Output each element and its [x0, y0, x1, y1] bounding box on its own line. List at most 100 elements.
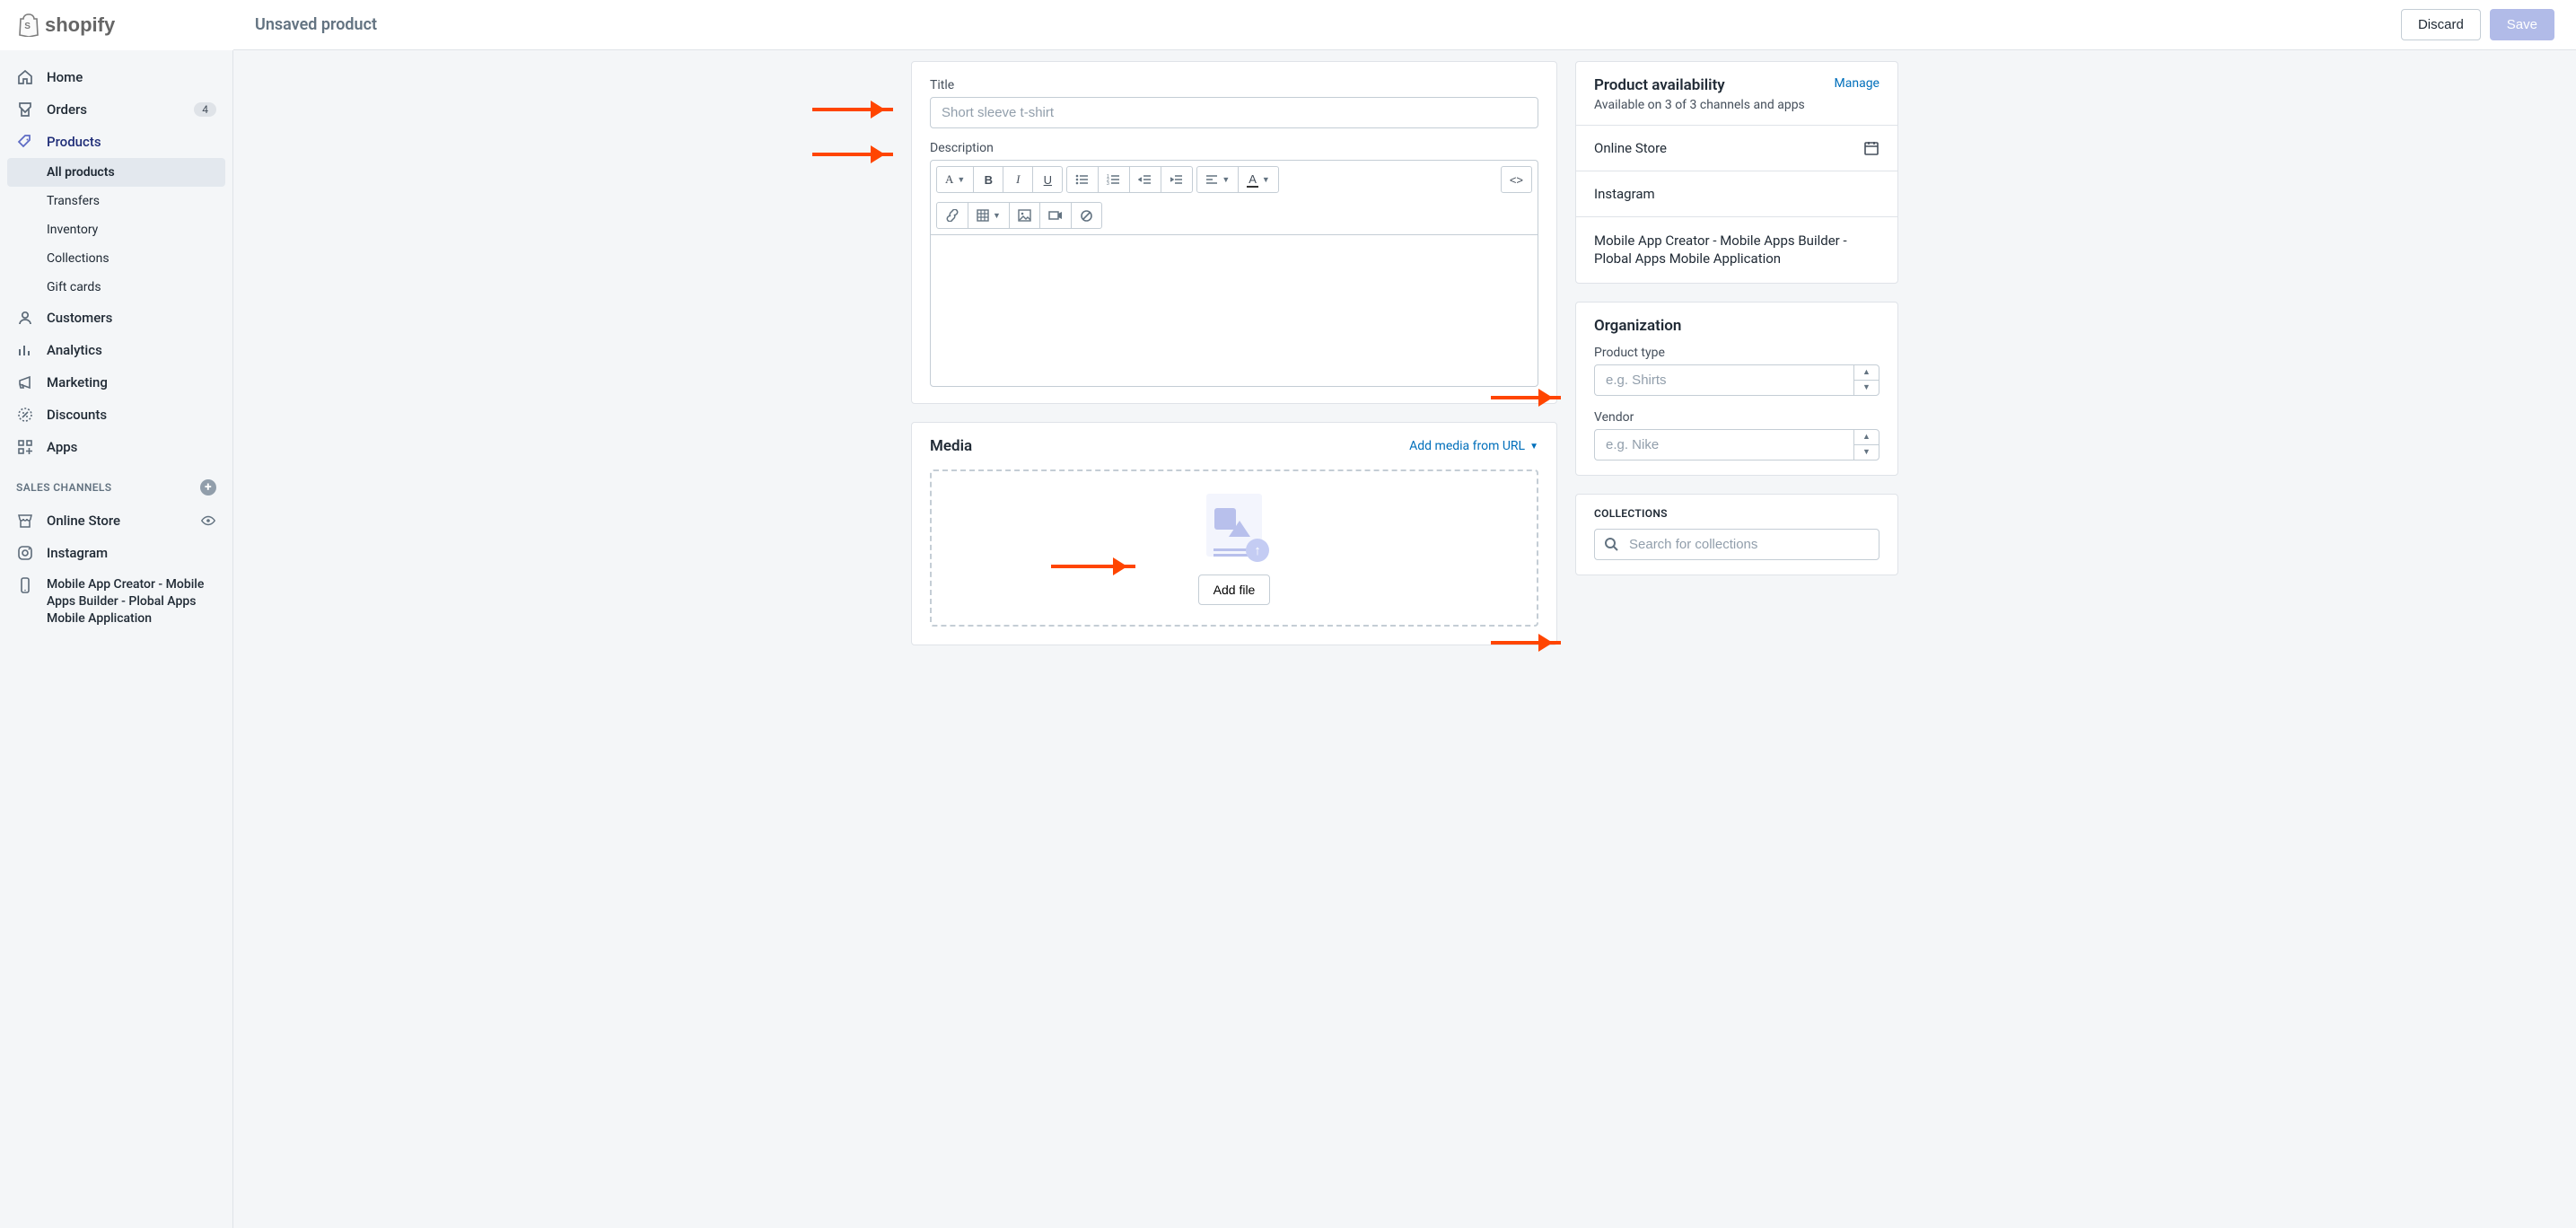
add-file-button[interactable]: Add file: [1198, 575, 1271, 605]
caret-icon: ▼: [993, 211, 1001, 220]
availability-card: Product availability Manage Available on…: [1575, 61, 1898, 284]
media-card: Media Add media from URL▼ ↑ Add file: [911, 422, 1557, 645]
orders-badge: 4: [194, 102, 216, 117]
nav-label: Home: [47, 69, 216, 85]
rte-image-button[interactable]: [1009, 202, 1040, 229]
upload-illustration: ↑: [1194, 492, 1275, 564]
description-textarea[interactable]: [930, 234, 1538, 387]
nav-discounts[interactable]: Discounts: [0, 399, 232, 431]
description-label: Description: [930, 141, 1538, 155]
rte-code-button[interactable]: <>: [1501, 166, 1532, 193]
vendor-stepper[interactable]: ▲▼: [1853, 430, 1879, 460]
collections-card: COLLECTIONS: [1575, 494, 1898, 575]
nav-orders[interactable]: Orders 4: [0, 93, 232, 126]
product-type-label: Product type: [1594, 346, 1879, 360]
preview-icon[interactable]: [200, 513, 216, 529]
channel-row-online-store: Online Store: [1576, 125, 1897, 171]
nav-analytics[interactable]: Analytics: [0, 334, 232, 366]
nav-customers[interactable]: Customers: [0, 302, 232, 334]
title-input[interactable]: [930, 97, 1538, 128]
annotation-arrow: [812, 108, 893, 111]
nav-products[interactable]: Products: [0, 126, 232, 158]
nav-label: Orders: [47, 101, 181, 118]
rte-bullet-list-button[interactable]: [1066, 166, 1099, 193]
rte-indent-button[interactable]: [1161, 166, 1193, 193]
orders-icon: [16, 101, 34, 118]
logo-text: shopify: [45, 13, 115, 37]
home-icon: [16, 68, 34, 86]
nav-apps[interactable]: Apps: [0, 431, 232, 463]
rte-video-button[interactable]: [1039, 202, 1072, 229]
media-title: Media: [930, 437, 972, 455]
product-details-card: Title Description A▼ B I U 123: [911, 61, 1557, 404]
caret-icon: ▼: [1262, 175, 1270, 184]
page-title: Unsaved product: [255, 15, 377, 34]
add-channel-icon[interactable]: +: [200, 479, 216, 496]
rte-clear-button[interactable]: [1071, 202, 1102, 229]
products-icon: [16, 133, 34, 151]
sidebar: Home Orders 4 Products All products Tran…: [0, 50, 233, 1228]
channel-row-instagram: Instagram: [1576, 171, 1897, 216]
rte-align-button[interactable]: ▼: [1196, 166, 1239, 193]
product-type-stepper[interactable]: ▲▼: [1853, 365, 1879, 395]
search-icon: [1603, 536, 1619, 552]
vendor-input[interactable]: [1594, 429, 1879, 460]
caret-icon: ▼: [1222, 175, 1230, 184]
rte-toolbar: A▼ B I U 123 ▼ A▼: [930, 160, 1538, 234]
rte-underline-button[interactable]: U: [1032, 166, 1063, 193]
annotation-arrow: [1491, 641, 1561, 645]
product-type-input[interactable]: [1594, 364, 1879, 396]
rte-italic-button[interactable]: I: [1003, 166, 1033, 193]
annotation-arrow: [1051, 565, 1135, 568]
nav-mobile-app[interactable]: Mobile App Creator - Mobile Apps Builder…: [0, 569, 232, 635]
sales-channels-header: SALES CHANNELS +: [0, 463, 232, 504]
nav-marketing[interactable]: Marketing: [0, 366, 232, 399]
nav-inventory[interactable]: Inventory: [0, 215, 232, 244]
nav-all-products[interactable]: All products: [7, 158, 225, 187]
calendar-icon[interactable]: [1863, 140, 1879, 156]
caret-icon: ▼: [957, 175, 965, 184]
rte-numbered-list-button[interactable]: 123: [1098, 166, 1130, 193]
discard-button[interactable]: Discard: [2401, 9, 2481, 40]
rte-outdent-button[interactable]: [1129, 166, 1161, 193]
nav-instagram[interactable]: Instagram: [0, 537, 232, 569]
nav-home[interactable]: Home: [0, 61, 232, 93]
nav-gift-cards[interactable]: Gift cards: [0, 273, 232, 302]
annotation-arrow: [812, 153, 893, 156]
rte-table-button[interactable]: ▼: [968, 202, 1010, 229]
rte-link-button[interactable]: [936, 202, 968, 229]
nav-collections[interactable]: Collections: [0, 244, 232, 273]
svg-text:S: S: [24, 22, 31, 31]
add-media-url-link[interactable]: Add media from URL▼: [1409, 439, 1538, 453]
availability-subtitle: Available on 3 of 3 channels and apps: [1576, 98, 1897, 125]
analytics-icon: [16, 341, 34, 359]
organization-card: Organization Product type ▲▼ Vendor ▲▼: [1575, 302, 1898, 476]
annotation-arrow: [1491, 396, 1561, 399]
rte-color-button[interactable]: A▼: [1238, 166, 1279, 193]
nav-label: Products: [47, 134, 216, 150]
store-icon: [16, 512, 34, 530]
title-label: Title: [930, 78, 1538, 92]
pagebar: Unsaved product Discard Save: [233, 0, 2576, 50]
rte-font-button[interactable]: A▼: [936, 166, 974, 193]
mobile-icon: [16, 576, 34, 594]
nav-transfers[interactable]: Transfers: [0, 187, 232, 215]
svg-text:3: 3: [1107, 181, 1109, 186]
manage-link[interactable]: Manage: [1835, 76, 1879, 91]
save-button[interactable]: Save: [2490, 9, 2554, 40]
chevron-up-icon[interactable]: ▲: [1854, 365, 1879, 381]
apps-icon: [16, 438, 34, 456]
nav-online-store[interactable]: Online Store: [0, 504, 232, 537]
chevron-down-icon[interactable]: ▼: [1854, 381, 1879, 395]
organization-title: Organization: [1576, 303, 1897, 346]
media-dropzone[interactable]: ↑ Add file: [930, 469, 1538, 627]
collections-search-input[interactable]: [1594, 529, 1879, 560]
shopify-logo: S shopify: [14, 13, 115, 37]
chevron-down-icon[interactable]: ▼: [1854, 445, 1879, 460]
collections-title: COLLECTIONS: [1576, 495, 1897, 529]
rte-bold-button[interactable]: B: [973, 166, 1003, 193]
chevron-up-icon[interactable]: ▲: [1854, 430, 1879, 445]
vendor-label: Vendor: [1594, 410, 1879, 425]
upload-icon: ↑: [1246, 539, 1269, 562]
shopify-bag-icon: S: [18, 13, 39, 37]
